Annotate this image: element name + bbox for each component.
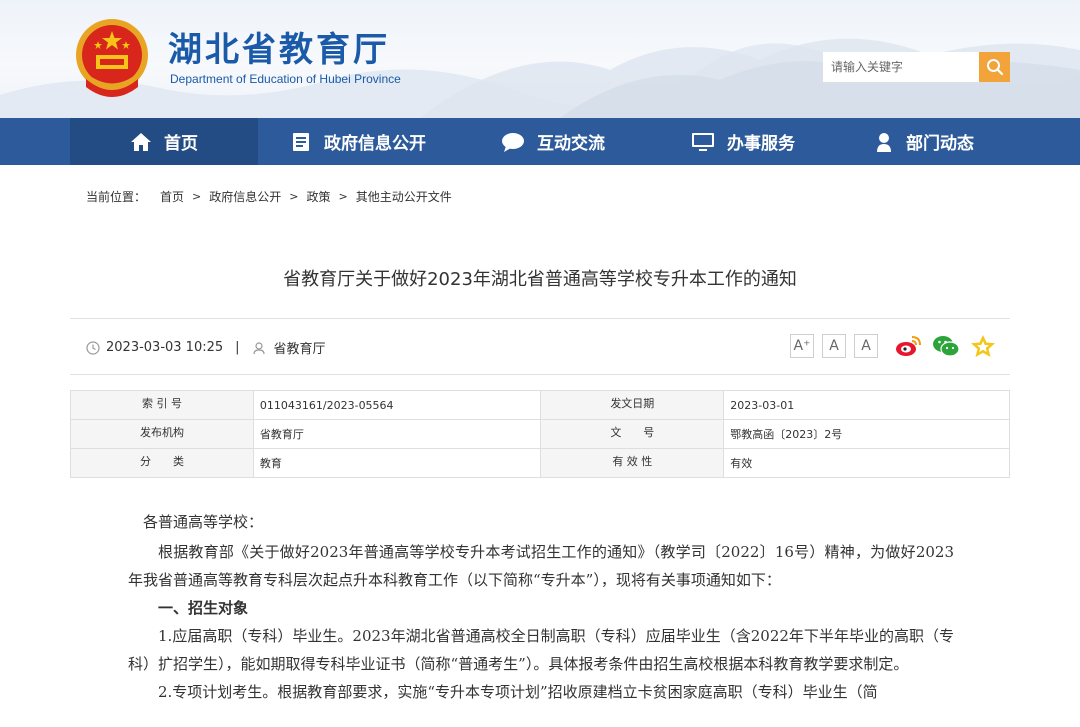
share-buttons [894,334,996,358]
article-meta: 2023-03-03 10:25 | 省教育厅 [86,338,326,357]
chevron-right-icon: > [289,190,299,203]
font-size-decrease-button[interactable]: A [854,334,878,358]
divider [70,374,1010,375]
table-row: 分 类 教育 有 效 性 有效 [70,448,1010,478]
breadcrumb-item-gov-info[interactable]: 政府信息公开 [209,188,281,205]
info-key: 文 号 [540,419,725,449]
search-button[interactable] [979,52,1010,82]
breadcrumb: 当前位置： 首页 > 政府信息公开 > 政策 > 其他主动公开文件 [86,188,452,205]
search-input[interactable] [823,52,979,82]
document-info-table: 索 引 号 011043161/2023-05564 发文日期 2023-03-… [70,390,1010,478]
divider [70,318,1010,319]
font-size-controls: A⁺ A A [790,334,878,358]
breadcrumb-item-other-files[interactable]: 其他主动公开文件 [356,188,452,205]
weibo-icon[interactable] [894,334,922,358]
section-heading: 一、招生对象 [158,599,249,617]
nav-item-label: 政府信息公开 [324,134,426,154]
table-row: 索 引 号 011043161/2023-05564 发文日期 2023-03-… [70,390,1010,420]
nav-item-home[interactable]: 首页 [70,118,258,165]
article-source: 省教育厅 [273,342,326,357]
nav-item-interaction[interactable]: 互动交流 [458,118,648,165]
breadcrumb-label: 当前位置： [86,190,147,204]
paragraph: 1.应届高职（专科）毕业生。2023年湖北省普通高校全日制高职（专科）应届毕业生… [128,627,954,673]
national-emblem-icon [76,19,148,97]
info-value: 有效 [723,448,1010,478]
monitor-icon [692,132,714,151]
info-key: 发文日期 [540,390,725,420]
site-title: 湖北省教育厅 [168,30,390,70]
site-subtitle: Department of Education of Hubei Provinc… [170,72,401,86]
nav-item-label: 首页 [164,134,198,154]
article-title: 省教育厅关于做好2023年湖北省普通高等学校专升本工作的通知 [283,269,797,290]
meta-divider: | [235,340,240,355]
paragraph: 根据教育部《关于做好2023年普通高等学校专升本考试招生工作的通知》（教学司〔2… [128,543,954,589]
breadcrumb-item-policy[interactable]: 政策 [306,188,330,205]
info-value: 教育 [252,448,542,478]
document-icon [293,132,309,151]
wechat-icon[interactable] [932,334,960,358]
clock-icon [86,340,100,355]
chevron-right-icon: > [192,190,202,203]
info-key: 有 效 性 [540,448,725,478]
publish-datetime: 2023-03-03 10:25 [106,340,224,355]
info-value: 011043161/2023-05564 [252,390,542,420]
font-size-increase-button[interactable]: A⁺ [790,334,814,358]
breadcrumb-item-home[interactable]: 首页 [160,188,184,205]
source-icon [252,341,265,354]
font-size-normal-button[interactable]: A [822,334,846,358]
salutation: 各普通高等学校： [143,513,264,531]
nav-item-gov-info[interactable]: 政府信息公开 [258,118,458,165]
info-value: 2023-03-01 [723,390,1010,420]
chevron-right-icon: > [338,190,348,203]
nav-item-services[interactable]: 办事服务 [648,118,838,165]
info-value: 鄂教高函〔2023〕2号 [723,419,1010,449]
info-key: 索 引 号 [70,390,254,420]
info-value: 省教育厅 [252,419,542,449]
main-nav: 首页 政府信息公开 互动交流 办事服务 部门动态 [0,118,1080,165]
site-header: 湖北省教育厅 Department of Education of Hubei … [0,0,1080,118]
home-icon [131,132,151,151]
nav-item-label: 办事服务 [727,134,795,154]
article-body: 各普通高等学校： 根据教育部《关于做好2023年普通高等学校专升本考试招生工作的… [128,508,954,706]
nav-item-label: 部门动态 [906,134,974,154]
nav-item-dept-news[interactable]: 部门动态 [838,118,1010,165]
info-key: 分 类 [70,448,254,478]
nav-item-label: 互动交流 [537,134,605,154]
chat-icon [502,132,524,152]
info-key: 发布机构 [70,419,254,449]
person-icon [877,132,891,152]
table-row: 发布机构 省教育厅 文 号 鄂教高函〔2023〕2号 [70,419,1010,449]
favorite-star-icon[interactable] [970,334,996,358]
search-icon [986,59,1003,76]
paragraph: 2.专项计划考生。根据教育部要求，实施“专升本专项计划”招收原建档立卡贫困家庭高… [158,683,878,701]
